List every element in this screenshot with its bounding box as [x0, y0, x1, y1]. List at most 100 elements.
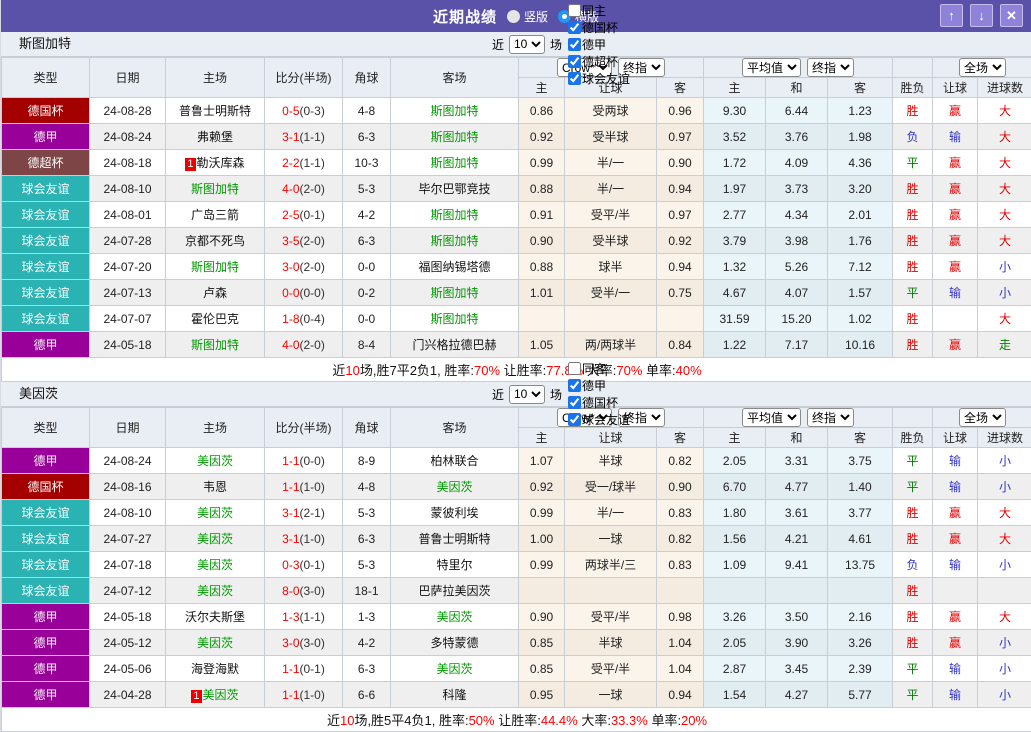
away-team[interactable]: 斯图加特	[391, 98, 519, 124]
home-team[interactable]: 1美因茨	[166, 682, 265, 708]
home-team[interactable]: 弗赖堡	[166, 124, 265, 150]
away-team[interactable]: 斯图加特	[391, 150, 519, 176]
home-team[interactable]: 广岛三箭	[166, 202, 265, 228]
checkbox-icon[interactable]	[568, 396, 581, 409]
odds-home	[519, 306, 565, 332]
filter-checkbox-同客[interactable]: 同客	[568, 360, 630, 377]
home-team[interactable]: 1勒沃库森	[166, 150, 265, 176]
avg-select[interactable]: 平均值	[742, 408, 801, 427]
home-team[interactable]: 美因茨	[166, 630, 265, 656]
close-button[interactable]: ✕	[1000, 4, 1023, 27]
away-team[interactable]: 福图纳锡塔德	[391, 254, 519, 280]
away-team[interactable]: 科隆	[391, 682, 519, 708]
avg-away-odds: 5.77	[828, 682, 893, 708]
home-team[interactable]: 斯图加特	[166, 176, 265, 202]
avg-home-odds: 1.80	[704, 500, 766, 526]
filter-checkbox-德甲[interactable]: 德甲	[568, 36, 630, 53]
results-table: 类型 日期 主场 比分(半场) 角球 客场 Crow*终指 平均值终指 全场	[1, 57, 1031, 382]
avg-time-select[interactable]: 终指	[807, 408, 854, 427]
checkbox-icon[interactable]	[568, 21, 581, 34]
team-section-1: 斯图加特 近 10 场 同主德国杯德甲德超杯球会友谊 类型 日期	[1, 32, 1031, 382]
away-team[interactable]: 美因茨	[391, 604, 519, 630]
avg-draw-odds: 6.44	[766, 98, 828, 124]
checkbox-icon[interactable]	[568, 362, 581, 375]
avg-draw-odds: 3.73	[766, 176, 828, 202]
goals-result-cell: 大	[978, 98, 1031, 124]
checkbox-icon[interactable]	[568, 38, 581, 51]
avg-draw-odds: 5.26	[766, 254, 828, 280]
home-team[interactable]: 卢森	[166, 280, 265, 306]
home-team[interactable]: 普鲁士明斯特	[166, 98, 265, 124]
recent-count-select[interactable]: 10	[509, 35, 545, 54]
away-team[interactable]: 斯图加特	[391, 124, 519, 150]
filter-checkbox-同主[interactable]: 同主	[568, 2, 630, 19]
match-date: 24-08-24	[90, 124, 166, 150]
away-team[interactable]: 斯图加特	[391, 228, 519, 254]
away-team[interactable]: 斯图加特	[391, 306, 519, 332]
home-team[interactable]: 美因茨	[166, 552, 265, 578]
col-avg-draw: 和	[766, 428, 828, 448]
away-team[interactable]: 普鲁士明斯特	[391, 526, 519, 552]
home-team[interactable]: 海登海默	[166, 656, 265, 682]
checkbox-icon[interactable]	[568, 379, 581, 392]
filter-checkbox-球会友谊[interactable]: 球会友谊	[568, 70, 630, 87]
away-team[interactable]: 毕尔巴鄂竞技	[391, 176, 519, 202]
home-team[interactable]: 美因茨	[166, 526, 265, 552]
fullmatch-select[interactable]: 全场	[959, 408, 1006, 427]
home-team[interactable]: 美因茨	[166, 500, 265, 526]
result-cell: 胜	[893, 578, 933, 604]
filter-checkbox-球会友谊[interactable]: 球会友谊	[568, 411, 630, 428]
filter-checkbox-德甲[interactable]: 德甲	[568, 377, 630, 394]
recent-count-select[interactable]: 10	[509, 385, 545, 404]
home-team[interactable]: 韦恩	[166, 474, 265, 500]
match-score: 3-1(1-1)	[265, 124, 343, 150]
home-team[interactable]: 霍伦巴克	[166, 306, 265, 332]
away-team[interactable]: 柏林联合	[391, 448, 519, 474]
corner-score: 6-3	[343, 656, 391, 682]
checkbox-icon[interactable]	[568, 72, 581, 85]
avg-draw-odds: 3.50	[766, 604, 828, 630]
col-corner: 角球	[343, 408, 391, 448]
move-down-button[interactable]: ↓	[970, 4, 993, 27]
odds-home: 0.99	[519, 552, 565, 578]
match-score: 3-0(2-0)	[265, 254, 343, 280]
layout-vertical-option[interactable]: 竖版	[507, 8, 548, 25]
handicap-line: 一球	[565, 682, 657, 708]
checkbox-icon[interactable]	[568, 413, 581, 426]
checkbox-icon[interactable]	[568, 55, 581, 68]
away-team[interactable]: 多特蒙德	[391, 630, 519, 656]
avg-home-odds: 4.67	[704, 280, 766, 306]
filter-checkbox-德国杯[interactable]: 德国杯	[568, 394, 630, 411]
odds-away: 0.94	[657, 176, 704, 202]
radio-unchecked-icon[interactable]	[507, 10, 520, 23]
away-team[interactable]: 蒙彼利埃	[391, 500, 519, 526]
match-date: 24-08-24	[90, 448, 166, 474]
away-team[interactable]: 美因茨	[391, 474, 519, 500]
away-team[interactable]: 巴萨拉美因茨	[391, 578, 519, 604]
move-up-button[interactable]: ↑	[940, 4, 963, 27]
away-team[interactable]: 门兴格拉德巴赫	[391, 332, 519, 358]
away-team[interactable]: 斯图加特	[391, 202, 519, 228]
filter-checkbox-德国杯[interactable]: 德国杯	[568, 19, 630, 36]
avg-select[interactable]: 平均值	[742, 58, 801, 77]
away-team[interactable]: 美因茨	[391, 656, 519, 682]
handicap-line: 受两球	[565, 98, 657, 124]
away-team[interactable]: 特里尔	[391, 552, 519, 578]
filter-checkbox-德超杯[interactable]: 德超杯	[568, 53, 630, 70]
handicap-line: 一球	[565, 526, 657, 552]
match-score: 0-5(0-3)	[265, 98, 343, 124]
avg-time-select[interactable]: 终指	[807, 58, 854, 77]
checkbox-icon[interactable]	[568, 4, 581, 17]
near-label: 近	[492, 386, 504, 403]
odds-home: 1.07	[519, 448, 565, 474]
home-team[interactable]: 美因茨	[166, 448, 265, 474]
league-badge: 德甲	[2, 332, 90, 358]
handicap-line: 半球	[565, 630, 657, 656]
home-team[interactable]: 斯图加特	[166, 254, 265, 280]
home-team[interactable]: 京都不死鸟	[166, 228, 265, 254]
home-team[interactable]: 美因茨	[166, 578, 265, 604]
home-team[interactable]: 斯图加特	[166, 332, 265, 358]
away-team[interactable]: 斯图加特	[391, 280, 519, 306]
fullmatch-select[interactable]: 全场	[959, 58, 1006, 77]
home-team[interactable]: 沃尔夫斯堡	[166, 604, 265, 630]
